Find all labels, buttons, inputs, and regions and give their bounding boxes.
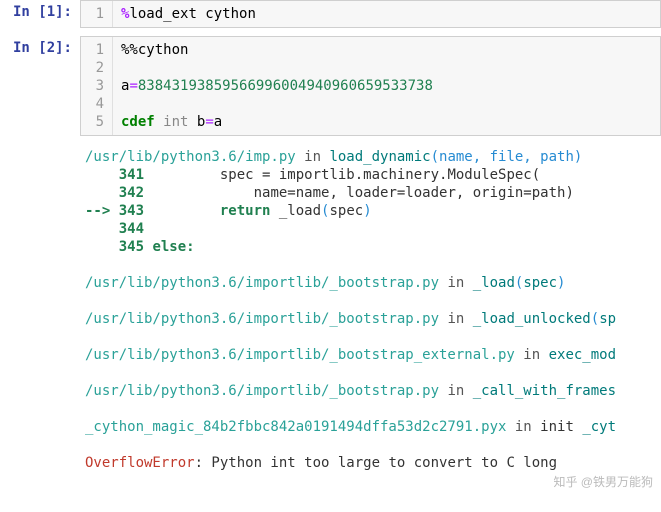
code-cell: In [2]:12345%%cython a=83843193859566996… [0, 36, 661, 136]
code-cell: In [1]:1%load_ext cython [0, 0, 661, 28]
code-input-area[interactable]: 12345%%cython a=838431938595669960049409… [80, 36, 661, 136]
code-content[interactable]: %%cython a=83843193859566996004940960659… [113, 37, 660, 135]
traceback-output: /usr/lib/python3.6/imp.py in load_dynami… [0, 144, 661, 472]
cell-prompt: In [2]: [0, 36, 80, 56]
line-number-gutter: 1 [81, 1, 113, 27]
code-content[interactable]: %load_ext cython [113, 1, 660, 27]
watermark: 知乎 @铁男万能狗 [553, 473, 653, 490]
code-input-area[interactable]: 1%load_ext cython [80, 0, 661, 28]
cell-prompt: In [1]: [0, 0, 80, 20]
line-number-gutter: 12345 [81, 37, 113, 135]
